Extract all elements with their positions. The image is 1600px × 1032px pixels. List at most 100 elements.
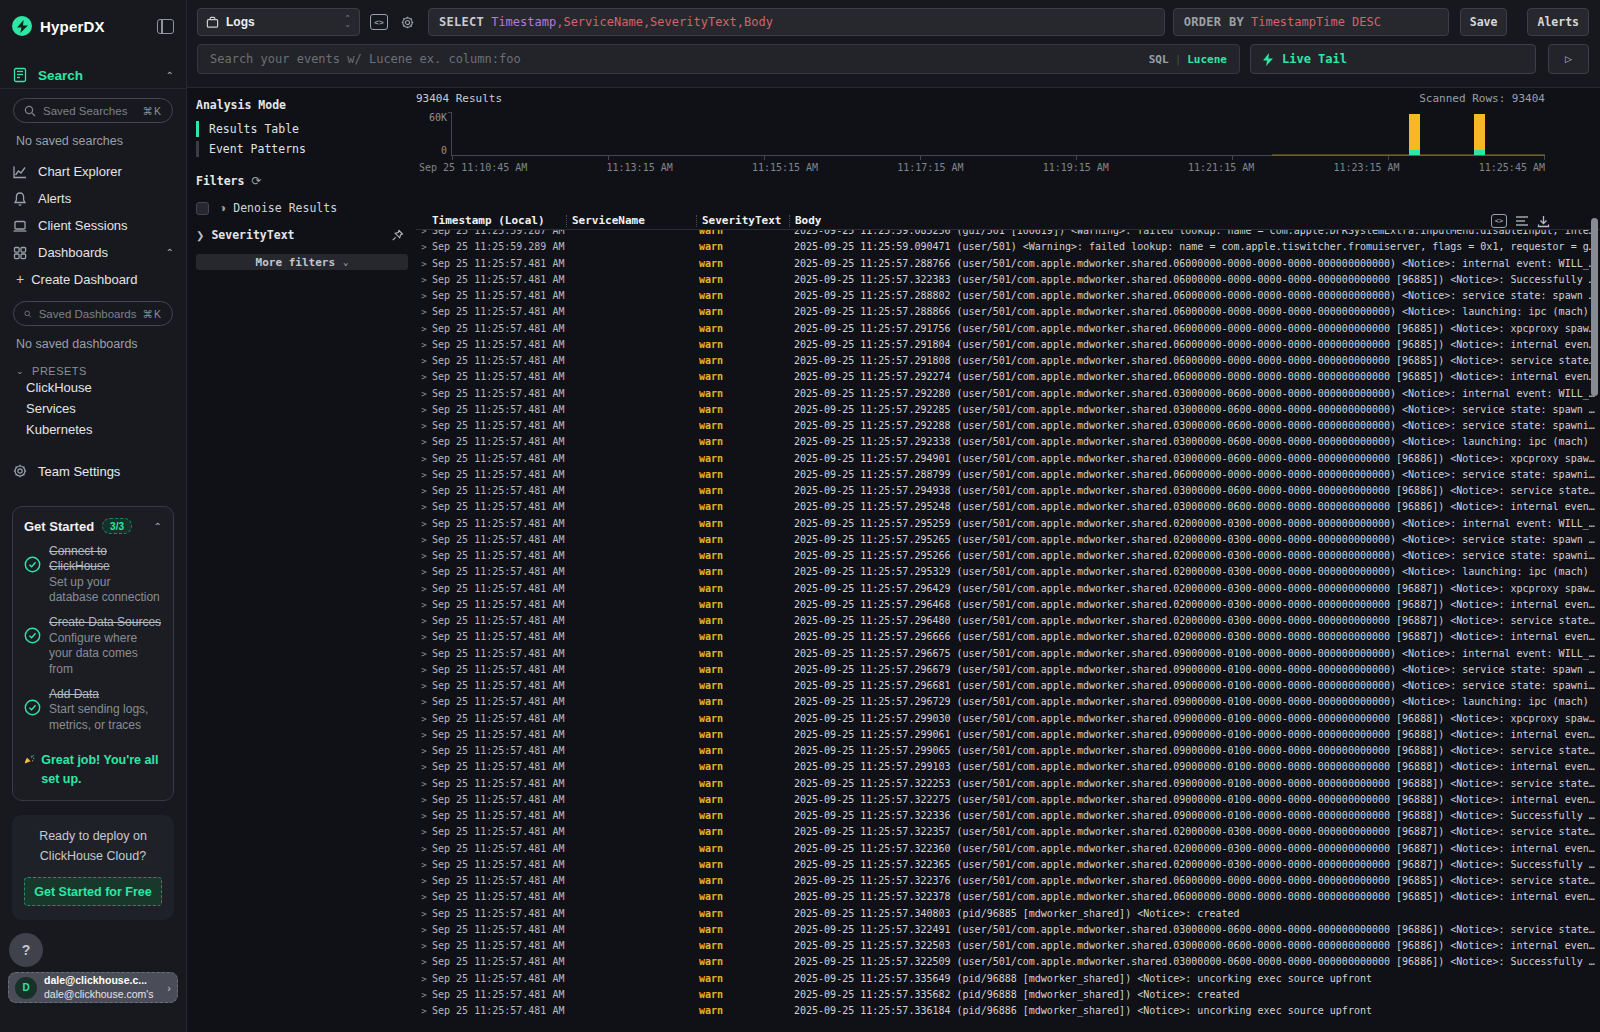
row-expand-icon[interactable]: > (416, 694, 432, 710)
row-expand-icon[interactable]: > (416, 548, 432, 564)
row-density-icon[interactable] (1515, 215, 1529, 227)
chevron-up-icon[interactable]: ⌃ (166, 247, 174, 258)
create-dashboard-button[interactable]: + Create Dashboard (0, 266, 186, 292)
row-expand-icon[interactable]: > (416, 451, 432, 467)
column-header-servicename[interactable]: ServiceName (566, 215, 696, 227)
sidebar-item-alerts[interactable]: Alerts (0, 185, 186, 212)
row-expand-icon[interactable]: > (416, 743, 432, 759)
row-expand-icon[interactable]: > (416, 906, 432, 922)
row-expand-icon[interactable]: > (416, 337, 432, 353)
row-expand-icon[interactable]: > (416, 662, 432, 678)
language-toggle[interactable]: SQL|Lucene (1149, 53, 1227, 66)
severity-filter-group[interactable]: ❯ SeverityText (196, 228, 408, 242)
table-row[interactable]: >Sep 25 11:25:57.481 AMwarn2025-09-25 11… (416, 727, 1600, 743)
row-expand-icon[interactable]: > (416, 792, 432, 808)
table-row[interactable]: >Sep 25 11:25:57.481 AMwarn2025-09-25 11… (416, 824, 1600, 840)
row-expand-icon[interactable]: > (416, 483, 432, 499)
row-expand-icon[interactable]: > (416, 288, 432, 304)
table-row[interactable]: >Sep 25 11:25:57.481 AMwarn2025-09-25 11… (416, 548, 1600, 564)
row-expand-icon[interactable]: > (416, 857, 432, 873)
table-row[interactable]: >Sep 25 11:25:57.481 AMwarn2025-09-25 11… (416, 776, 1600, 792)
table-row[interactable]: >Sep 25 11:25:57.481 AMwarn2025-09-25 11… (416, 971, 1600, 987)
row-expand-icon[interactable]: > (416, 987, 432, 1003)
select-clause-input[interactable]: SELECT Timestamp,ServiceName,SeverityTex… (428, 8, 1165, 36)
play-button[interactable]: ▷ (1548, 44, 1589, 74)
row-expand-icon[interactable]: > (416, 532, 432, 548)
table-row[interactable]: >Sep 25 11:25:57.481 AMwarn2025-09-25 11… (416, 369, 1600, 385)
table-row[interactable]: >Sep 25 11:25:57.481 AMwarn2025-09-25 11… (416, 808, 1600, 824)
table-row[interactable]: >Sep 25 11:25:57.481 AMwarn2025-09-25 11… (416, 711, 1600, 727)
pin-icon[interactable] (391, 229, 404, 242)
sql-editor-icon[interactable]: <> (370, 14, 388, 30)
search-input[interactable]: Search your events w/ Lucene ex. column:… (197, 44, 1240, 74)
row-expand-icon[interactable]: > (416, 711, 432, 727)
row-expand-icon[interactable]: > (416, 629, 432, 645)
table-row[interactable]: >Sep 25 11:25:57.481 AMwarn2025-09-25 11… (416, 304, 1600, 320)
table-row[interactable]: >Sep 25 11:25:57.481 AMwarn2025-09-25 11… (416, 646, 1600, 662)
row-expand-icon[interactable]: > (416, 922, 432, 938)
saved-dashboards-input[interactable]: Saved Dashboards ⌘K (13, 301, 173, 326)
table-row[interactable]: >Sep 25 11:25:57.481 AMwarn2025-09-25 11… (416, 288, 1600, 304)
user-menu[interactable]: D dale@clickhouse.c... dale@clickhouse.c… (8, 972, 178, 1003)
table-row[interactable]: >Sep 25 11:25:57.481 AMwarn2025-09-25 11… (416, 857, 1600, 873)
row-expand-icon[interactable]: > (416, 304, 432, 320)
denoise-checkbox[interactable] (196, 202, 209, 215)
mode-results-table[interactable]: Results Table (196, 121, 408, 137)
table-row[interactable]: >Sep 25 11:25:57.481 AMwarn2025-09-25 11… (416, 743, 1600, 759)
get-started-free-button[interactable]: Get Started for Free (24, 877, 162, 906)
histogram-bar[interactable] (1409, 114, 1420, 155)
table-row[interactable]: >Sep 25 11:25:57.481 AMwarn2025-09-25 11… (416, 906, 1600, 922)
more-filters-button[interactable]: More filters ⌄ (196, 254, 408, 270)
row-expand-icon[interactable]: > (416, 272, 432, 288)
saved-searches-input[interactable]: Saved Searches ⌘K (13, 98, 173, 123)
help-button[interactable]: ? (9, 933, 43, 967)
table-row[interactable]: >Sep 25 11:25:57.481 AMwarn2025-09-25 11… (416, 938, 1600, 954)
source-select[interactable]: Logs ⌃⌄ (197, 8, 360, 36)
table-row[interactable]: >Sep 25 11:25:57.481 AMwarn2025-09-25 11… (416, 467, 1600, 483)
sidebar-item-dashboards[interactable]: Dashboards ⌃ (0, 239, 186, 266)
row-expand-icon[interactable]: > (416, 971, 432, 987)
row-expand-icon[interactable]: > (416, 467, 432, 483)
row-expand-icon[interactable]: > (416, 727, 432, 743)
row-expand-icon[interactable]: > (416, 516, 432, 532)
table-row[interactable]: >Sep 25 11:25:57.481 AMwarn2025-09-25 11… (416, 337, 1600, 353)
row-expand-icon[interactable]: > (416, 1003, 432, 1019)
row-expand-icon[interactable]: > (416, 776, 432, 792)
row-expand-icon[interactable]: > (416, 434, 432, 450)
row-expand-icon[interactable]: > (416, 499, 432, 515)
table-row[interactable]: >Sep 25 11:25:57.481 AMwarn2025-09-25 11… (416, 873, 1600, 889)
table-code-icon[interactable]: <> (1491, 214, 1507, 228)
refresh-icon[interactable]: ⟳ (251, 174, 261, 188)
row-expand-icon[interactable]: > (416, 613, 432, 629)
table-row[interactable]: >Sep 25 11:25:57.481 AMwarn2025-09-25 11… (416, 434, 1600, 450)
get-started-header[interactable]: Get Started 3/3 ⌃ (24, 518, 162, 534)
row-expand-icon[interactable]: > (416, 646, 432, 662)
preset-kubernetes[interactable]: Kubernetes (0, 419, 186, 440)
row-expand-icon[interactable]: > (416, 402, 432, 418)
row-expand-icon[interactable]: > (416, 873, 432, 889)
table-row[interactable]: >Sep 25 11:25:57.481 AMwarn2025-09-25 11… (416, 386, 1600, 402)
lang-lucene[interactable]: Lucene (1187, 53, 1227, 66)
table-scrollbar[interactable] (1591, 218, 1598, 396)
row-expand-icon[interactable]: > (416, 678, 432, 694)
row-expand-icon[interactable]: > (416, 353, 432, 369)
column-header-body[interactable]: Body (789, 215, 1600, 227)
histogram-bar[interactable] (1474, 114, 1485, 155)
collapse-sidebar-icon[interactable] (157, 19, 174, 34)
presets-header[interactable]: ⌄ PRESETS (0, 365, 186, 377)
table-row[interactable]: >Sep 25 11:25:57.481 AMwarn2025-09-25 11… (416, 613, 1600, 629)
table-row[interactable]: >Sep 25 11:25:57.481 AMwarn2025-09-25 11… (416, 272, 1600, 288)
table-row[interactable]: >Sep 25 11:25:57.481 AMwarn2025-09-25 11… (416, 516, 1600, 532)
column-header-timestamp[interactable]: Timestamp (Local) (432, 215, 566, 227)
row-expand-icon[interactable]: > (416, 889, 432, 905)
table-row[interactable]: >Sep 25 11:25:57.481 AMwarn2025-09-25 11… (416, 987, 1600, 1003)
row-expand-icon[interactable]: > (416, 938, 432, 954)
row-expand-icon[interactable]: > (416, 954, 432, 970)
orderby-input[interactable]: ORDER BY TimestampTime DESC (1173, 8, 1449, 36)
table-row[interactable]: >Sep 25 11:25:57.481 AMwarn2025-09-25 11… (416, 418, 1600, 434)
settings-gear-icon[interactable] (398, 14, 416, 30)
table-row[interactable]: >Sep 25 11:25:57.481 AMwarn2025-09-25 11… (416, 759, 1600, 775)
row-expand-icon[interactable]: > (416, 386, 432, 402)
table-row[interactable]: >Sep 25 11:25:57.481 AMwarn2025-09-25 11… (416, 694, 1600, 710)
table-row[interactable]: >Sep 25 11:25:57.481 AMwarn2025-09-25 11… (416, 629, 1600, 645)
